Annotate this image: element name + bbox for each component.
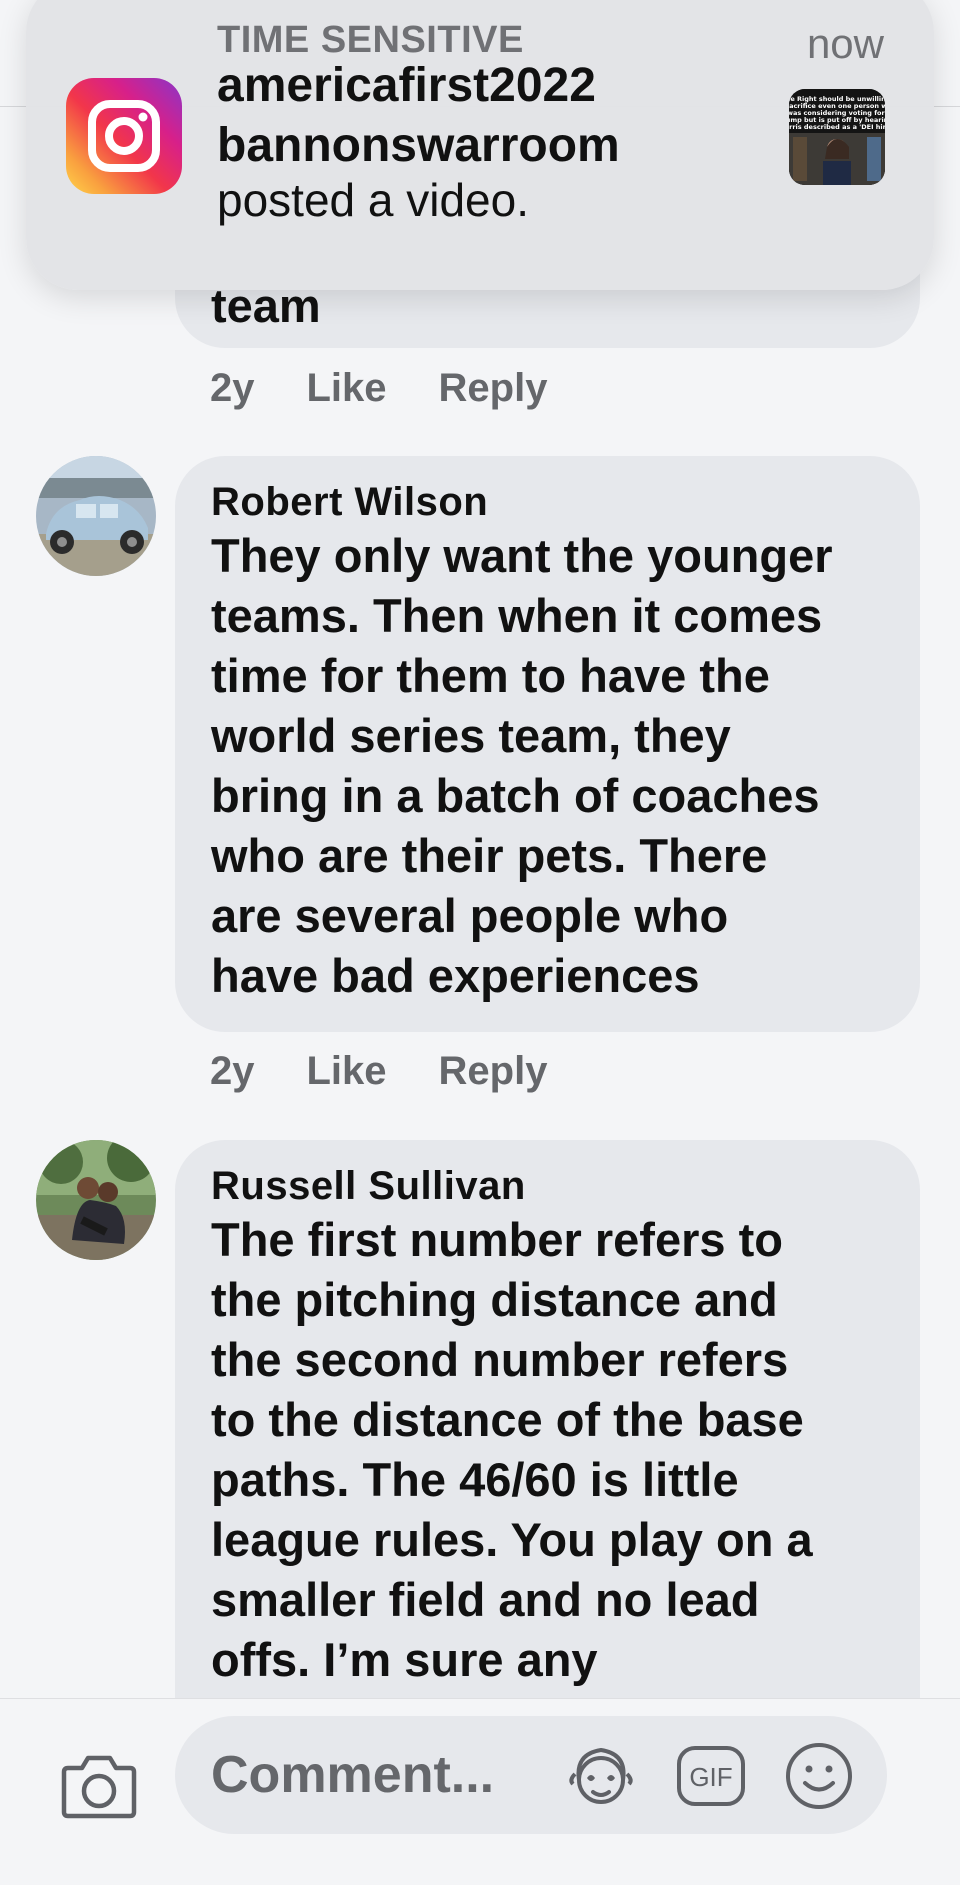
- comment-input[interactable]: [211, 1740, 541, 1810]
- comment-composer: GIF: [0, 1698, 960, 1885]
- comment-age: 2y: [210, 1048, 255, 1093]
- avatar[interactable]: [36, 456, 156, 576]
- notification-body: posted a video.: [217, 174, 530, 226]
- gif-label: GIF: [689, 1762, 732, 1792]
- notification-time: now: [806, 20, 884, 67]
- comment-author[interactable]: Russell Sullivan: [211, 1162, 890, 1210]
- gif-icon[interactable]: GIF: [675, 1740, 747, 1812]
- reply-button[interactable]: Reply: [439, 366, 548, 411]
- comment-text: They only want the younger teams. Then w…: [211, 529, 833, 1002]
- instagram-icon: [66, 78, 182, 194]
- like-button[interactable]: Like: [307, 1049, 387, 1094]
- comment-input-pill[interactable]: GIF: [175, 1716, 887, 1834]
- comment-text: The first number refers to the pitching …: [211, 1213, 813, 1686]
- comment-actions: 2y Like Reply: [210, 358, 547, 418]
- notification-title: americafirst2022 bannonswarroom: [217, 59, 620, 172]
- reply-button[interactable]: Reply: [439, 1049, 548, 1094]
- comment-author[interactable]: Robert Wilson: [211, 478, 890, 526]
- avatar[interactable]: [36, 1140, 156, 1260]
- comment-bubble[interactable]: Robert Wilson They only want the younger…: [175, 456, 920, 1032]
- notification-thumbnail: The Right should be unwilling to sacrifi…: [789, 89, 885, 185]
- push-notification[interactable]: TIME SENSITIVE now americafirst2022 bann…: [26, 0, 934, 290]
- comment-actions: 2y Like Reply: [210, 1041, 547, 1101]
- comment-age: 2y: [210, 365, 255, 410]
- avatar-sticker-icon[interactable]: [565, 1740, 637, 1812]
- camera-icon[interactable]: [58, 1744, 140, 1826]
- thumbnail-caption: The Right should be unwilling to sacrifi…: [789, 95, 885, 131]
- emoji-icon[interactable]: [783, 1740, 855, 1812]
- comment-bubble[interactable]: Russell Sullivan The first number refers…: [175, 1140, 920, 1700]
- like-button[interactable]: Like: [307, 366, 387, 411]
